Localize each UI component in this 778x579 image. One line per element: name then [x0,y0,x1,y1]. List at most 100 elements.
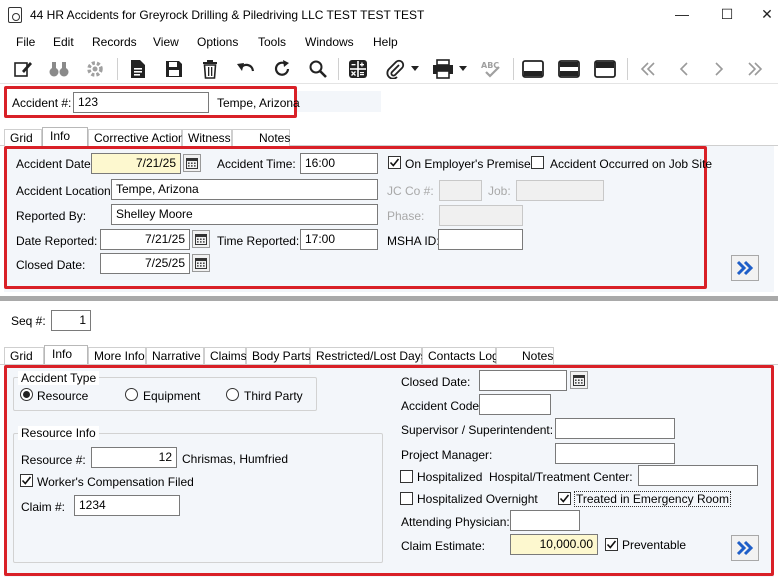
hospitalized-overnight-label: Hospitalized Overnight [417,492,538,506]
tab-corrective-action[interactable]: Corrective Action [88,129,185,146]
delete-icon[interactable] [199,58,221,80]
reported-by-input[interactable]: Shelley Moore [111,204,378,225]
tab-grid[interactable]: Grid [4,129,42,146]
binoculars-icon[interactable] [48,58,70,80]
hospitalized-checkbox[interactable] [400,470,413,483]
type-equipment-radio[interactable] [125,388,138,401]
info-next-double-chevron-icon[interactable] [731,255,759,281]
previous-record-icon[interactable] [673,58,695,80]
next-record-icon[interactable] [708,58,730,80]
type-resource-radio[interactable] [20,388,33,401]
bottom-tab-grid[interactable]: Grid [4,347,44,364]
bottom-tab-more-info[interactable]: More Info [88,347,146,364]
accident-location-input[interactable]: Tempe, Arizona [111,179,378,200]
detail-next-double-chevron-icon[interactable] [731,535,759,561]
menu-view[interactable]: View [153,35,179,49]
resource-number-input[interactable]: 12 [91,447,177,468]
on-employers-premises-checkbox[interactable] [388,156,401,169]
workers-comp-filed-checkbox[interactable] [20,474,33,487]
claim-number-label: Claim #: [21,500,66,514]
attending-physician-label: Attending Physician: [401,515,510,529]
document-icon[interactable] [127,58,149,80]
accident-location-label: Accident Location: [16,184,115,198]
accident-date-input[interactable]: 7/21/25 [91,153,181,174]
resource-number-label: Resource #: [21,453,86,467]
bottom-tab-claims[interactable]: Claims [204,347,247,364]
tab-witness[interactable]: Witness [182,129,232,146]
date-reported-input[interactable]: 7/21/25 [100,229,190,250]
undo-icon[interactable] [235,58,257,80]
tab-notes[interactable]: Notes [232,129,290,146]
accident-number-label: Accident #: [12,96,72,110]
accident-code-input[interactable] [479,394,551,415]
detail-closed-date-calendar-icon[interactable] [570,371,588,389]
accident-number-input[interactable]: 123 [73,92,209,113]
layout-bottom-panel-icon[interactable] [522,58,544,80]
detail-closed-date-input[interactable] [479,370,567,391]
bottom-tab-body-parts[interactable]: Body Parts [246,347,311,364]
menu-edit[interactable]: Edit [53,35,74,49]
hospitalized-overnight-checkbox[interactable] [400,492,413,505]
time-reported-input[interactable]: 17:00 [300,229,378,250]
time-reported-label: Time Reported: [217,234,300,248]
settings-gear-icon[interactable] [84,58,106,80]
print-icon[interactable] [432,58,454,80]
maximize-button[interactable]: ☐ [717,4,737,24]
treated-in-er-checkbox[interactable] [558,492,571,505]
bottom-tab-notes[interactable]: Notes [496,347,554,364]
supervisor-input[interactable] [555,418,675,439]
type-equipment-label: Equipment [143,389,201,403]
calculator-icon[interactable] [347,58,369,80]
search-icon[interactable] [307,58,329,80]
menu-windows[interactable]: Windows [305,35,354,49]
refresh-icon[interactable] [271,58,293,80]
bottom-tab-info[interactable]: Info [44,345,88,364]
closed-date-label: Closed Date: [16,258,86,272]
jc-co-label: JC Co #: [387,184,434,198]
first-record-icon[interactable] [637,58,659,80]
save-icon[interactable] [163,58,185,80]
header-location-text: Tempe, Arizona [217,96,300,110]
hospital-center-input[interactable] [638,465,758,486]
seq-input[interactable]: 1 [51,310,91,331]
type-third-party-label: Third Party [244,389,303,403]
layout-split-panel-icon[interactable] [558,58,580,80]
claim-estimate-input[interactable]: 10,000.00 [510,534,598,555]
occurred-on-job-site-checkbox[interactable] [531,156,544,169]
tab-info[interactable]: Info [42,127,88,146]
treated-in-er-label: Treated in Emergency Room [574,491,731,507]
bottom-tab-contacts-log[interactable]: Contacts Log [422,347,499,364]
menu-tools[interactable]: Tools [258,35,286,49]
accident-time-label: Accident Time: [217,157,296,171]
accident-type-title: Accident Type [18,371,100,385]
bottom-tab-narrative[interactable]: Narrative [146,347,204,364]
accident-date-label: Accident Date: [16,157,95,171]
panel-splitter[interactable] [0,296,778,301]
print-dropdown-chevron-down-icon[interactable] [456,58,470,80]
bottom-tab-restricted-lost-days[interactable]: Restricted/Lost Days [310,347,427,364]
edit-icon[interactable] [12,58,34,80]
msha-id-input[interactable] [438,229,523,250]
closed-date-input[interactable]: 7/25/25 [100,253,190,274]
accident-time-input[interactable]: 16:00 [300,153,378,174]
menu-help[interactable]: Help [373,35,398,49]
close-button[interactable]: ✕ [757,4,777,24]
last-record-icon[interactable] [744,58,766,80]
type-third-party-radio[interactable] [226,388,239,401]
menu-file[interactable]: File [16,35,35,49]
accident-date-calendar-icon[interactable] [183,154,201,172]
closed-date-calendar-icon[interactable] [192,254,210,272]
claim-number-input[interactable]: 1234 [74,495,180,516]
menu-options[interactable]: Options [197,35,238,49]
attachment-dropdown-chevron-down-icon[interactable] [408,58,422,80]
layout-top-panel-icon[interactable] [594,58,616,80]
menu-records[interactable]: Records [92,35,137,49]
spellcheck-icon[interactable]: ABC [480,58,502,80]
attachment-icon[interactable] [384,58,406,80]
preventable-checkbox[interactable] [605,538,618,551]
minimize-button[interactable]: — [672,4,692,24]
date-reported-calendar-icon[interactable] [192,230,210,248]
project-manager-input[interactable] [555,443,675,464]
job-label: Job: [488,184,511,198]
attending-physician-input[interactable] [510,510,580,531]
